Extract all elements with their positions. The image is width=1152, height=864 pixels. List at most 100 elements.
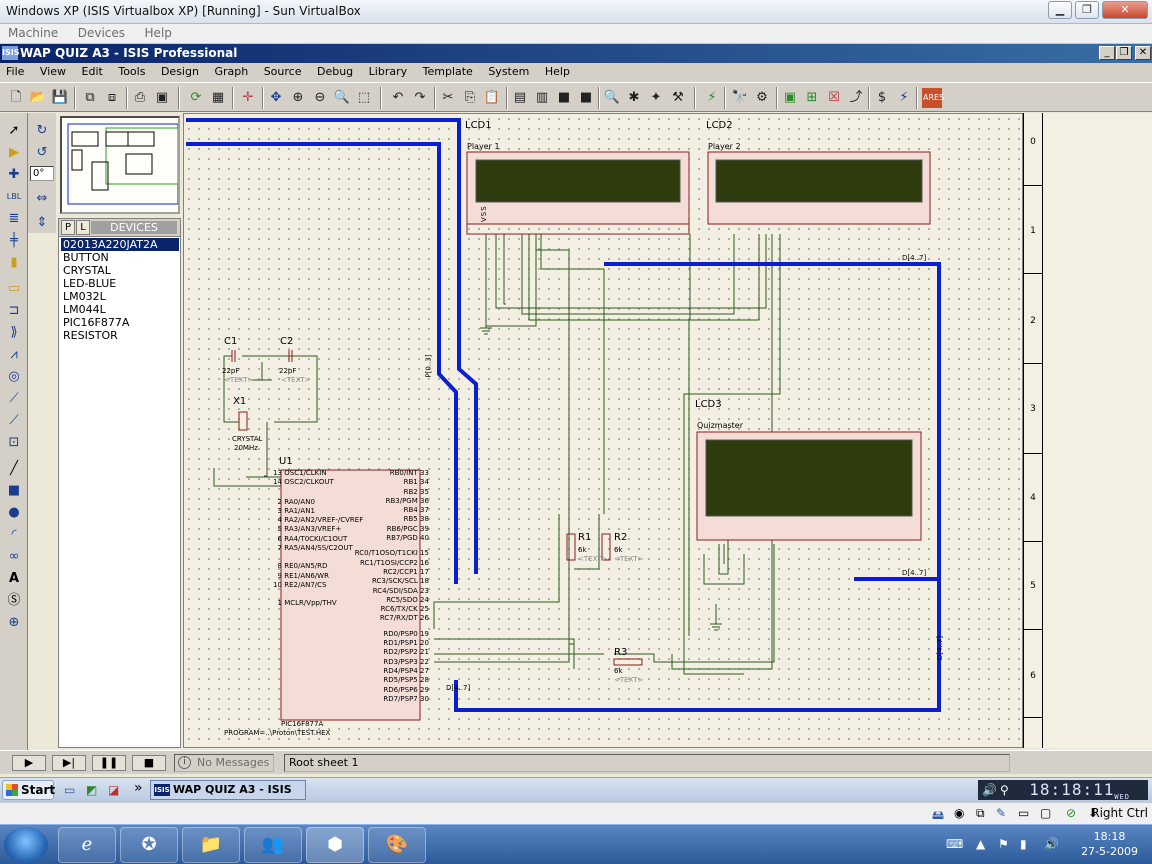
keyboard-tray-icon[interactable]: ⌨ — [946, 837, 963, 851]
voltage-probe-icon[interactable]: ⟋ — [4, 389, 24, 409]
print-icon[interactable]: ⎙ — [130, 88, 150, 108]
play-button[interactable]: ▶ — [12, 755, 46, 771]
library-manager-button[interactable]: L — [76, 220, 90, 235]
minimize-button[interactable]: ▁ — [1048, 1, 1072, 19]
mouse-integration-icon[interactable]: ⊘ — [1066, 806, 1076, 820]
junction-mode-icon[interactable]: ✚ — [4, 165, 24, 185]
quicklaunch-icon[interactable]: ◪ — [108, 783, 119, 797]
zoom-area-icon[interactable]: ⬚ — [354, 88, 374, 108]
wire-label-mode-icon[interactable]: LBL — [4, 187, 24, 207]
paste-icon[interactable]: 📋 — [482, 88, 502, 108]
marker-tool-icon[interactable]: ⊕ — [4, 613, 24, 633]
virtualbox-icon[interactable]: ⬢ — [306, 827, 364, 863]
remove-sheet-icon[interactable]: ☒ — [824, 88, 844, 108]
make-device-icon[interactable]: ✱ — [624, 88, 644, 108]
device-item[interactable]: PIC16F877A — [61, 316, 179, 329]
virtual-instruments-icon[interactable]: ⊡ — [4, 433, 24, 453]
decompose-icon[interactable]: ⚒ — [668, 88, 688, 108]
rotation-angle-field[interactable]: 0° — [30, 166, 54, 181]
export-icon[interactable]: ⧈ — [102, 88, 122, 108]
rotate-anticlockwise-icon[interactable]: ↺ — [32, 143, 52, 163]
display-icon[interactable]: ▢ — [1040, 806, 1051, 820]
isis-close-button[interactable]: ✕ — [1135, 46, 1151, 60]
network-icon[interactable]: ⚲ — [1000, 780, 1010, 800]
pick-device-icon[interactable]: 🔍 — [602, 88, 622, 108]
graph-mode-icon[interactable]: ⟫ — [4, 323, 24, 343]
action-center-icon[interactable]: ⚑ — [998, 837, 1009, 851]
schematic-canvas[interactable]: LCD1 Player 1 LCD2 Player 2 LCD3 Quizmas… — [183, 113, 1023, 748]
zoom-in-icon[interactable]: ⊕ — [288, 88, 308, 108]
menu-file[interactable]: File — [0, 63, 30, 78]
open-folder-icon[interactable]: 📂 — [28, 88, 48, 108]
pick-devices-button[interactable]: P — [61, 220, 75, 235]
menu-graph[interactable]: Graph — [208, 63, 254, 78]
arc-tool-icon[interactable]: ◜ — [4, 525, 24, 545]
path-tool-icon[interactable]: ∞ — [4, 547, 24, 567]
network-tray-icon[interactable]: ▮ — [1020, 837, 1027, 851]
menu-library[interactable]: Library — [363, 63, 413, 78]
zoom-out-icon[interactable]: ⊖ — [310, 88, 330, 108]
menu-help-isis[interactable]: Help — [539, 63, 576, 78]
stop-button[interactable]: ■ — [132, 755, 166, 771]
terminals-mode-icon[interactable]: ▭ — [4, 279, 24, 299]
line-tool-icon[interactable]: ╱ — [4, 459, 24, 479]
copy-icon[interactable]: ⎘ — [460, 88, 480, 108]
guest-start-button[interactable]: Start — [2, 780, 55, 800]
menu-edit[interactable]: Edit — [76, 63, 109, 78]
text-script-mode-icon[interactable]: ≣ — [4, 209, 24, 229]
device-item[interactable]: CRYSTAL — [61, 264, 179, 277]
host-clock[interactable]: 18:18 27-5-2009 — [1081, 829, 1138, 859]
add-sheet-icon[interactable]: ⊞ — [802, 88, 822, 108]
refresh-icon[interactable]: ⟳ — [186, 88, 206, 108]
menu-view[interactable]: View — [34, 63, 72, 78]
close-button[interactable]: ✕ — [1102, 1, 1148, 19]
device-item[interactable]: LM032L — [61, 290, 179, 303]
generator-mode-icon[interactable]: ◎ — [4, 367, 24, 387]
isis-minimize-button[interactable]: _ — [1099, 46, 1115, 60]
current-probe-icon[interactable]: ⟋ — [4, 411, 24, 431]
show-hidden-icons-icon[interactable]: ▲ — [976, 837, 985, 851]
guest-clock[interactable]: 🔊 ⚲ 18:18:11WED — [978, 780, 1148, 801]
paint-icon[interactable]: 🎨 — [368, 827, 426, 863]
block-delete-icon[interactable]: ■ — [576, 88, 596, 108]
redo-icon[interactable]: ↷ — [410, 88, 430, 108]
box-tool-icon[interactable]: ■ — [4, 481, 24, 501]
taskbar-task-isis[interactable]: ISIS WAP QUIZ A3 - ISIS P... — [150, 780, 306, 814]
messages-panel[interactable]: i No Messages — [174, 754, 274, 772]
print-area-icon[interactable]: ▣ — [152, 88, 172, 108]
device-item[interactable]: LM044L — [61, 303, 179, 316]
pan-icon[interactable]: ✥ — [266, 88, 286, 108]
ares-icon[interactable]: ARES — [922, 88, 944, 108]
menu-debug[interactable]: Debug — [311, 63, 359, 78]
volume-tray-icon[interactable]: 🔊 — [1044, 837, 1059, 851]
device-item[interactable]: RESISTOR — [61, 329, 179, 342]
packaging-icon[interactable]: ✦ — [646, 88, 666, 108]
search-tag-icon[interactable]: 🔭 — [730, 88, 750, 108]
property-tool-icon[interactable]: ⚙ — [752, 88, 772, 108]
menu-devices[interactable]: Devices — [70, 24, 133, 40]
text-tool-icon[interactable]: A — [4, 569, 24, 589]
show-desktop-icon[interactable]: ▭ — [64, 783, 75, 797]
step-button[interactable]: ▶| — [52, 755, 86, 771]
internet-explorer-icon[interactable]: ℯ — [58, 827, 116, 863]
new-sheet-icon[interactable]: ▣ — [780, 88, 800, 108]
new-file-icon[interactable]: 🗋 — [6, 88, 26, 108]
volume-icon[interactable]: 🔊 — [982, 780, 998, 800]
cut-icon[interactable]: ✂ — [438, 88, 458, 108]
network-adapter-icon[interactable]: ⧉ — [976, 806, 985, 821]
exit-to-parent-icon[interactable]: ⤴ — [846, 88, 866, 108]
pause-button[interactable]: ❚❚ — [92, 755, 126, 771]
device-pins-mode-icon[interactable]: ⊐ — [4, 301, 24, 321]
undo-icon[interactable]: ↶ — [388, 88, 408, 108]
subcircuit-mode-icon[interactable]: ▮ — [4, 253, 24, 273]
component-mode-icon[interactable]: ▶ — [4, 143, 24, 163]
mirror-x-icon[interactable]: ⇔ — [32, 189, 52, 209]
isis-restore-button[interactable]: ❐ — [1116, 46, 1132, 60]
rotate-clockwise-icon[interactable]: ↻ — [32, 121, 52, 141]
menu-system[interactable]: System — [482, 63, 535, 78]
messenger-icon[interactable]: 👥 — [244, 827, 302, 863]
menu-help[interactable]: Help — [137, 24, 180, 40]
block-copy-icon[interactable]: ▤ — [510, 88, 530, 108]
block-move-icon[interactable]: ▥ — [532, 88, 552, 108]
menu-design[interactable]: Design — [155, 63, 205, 78]
